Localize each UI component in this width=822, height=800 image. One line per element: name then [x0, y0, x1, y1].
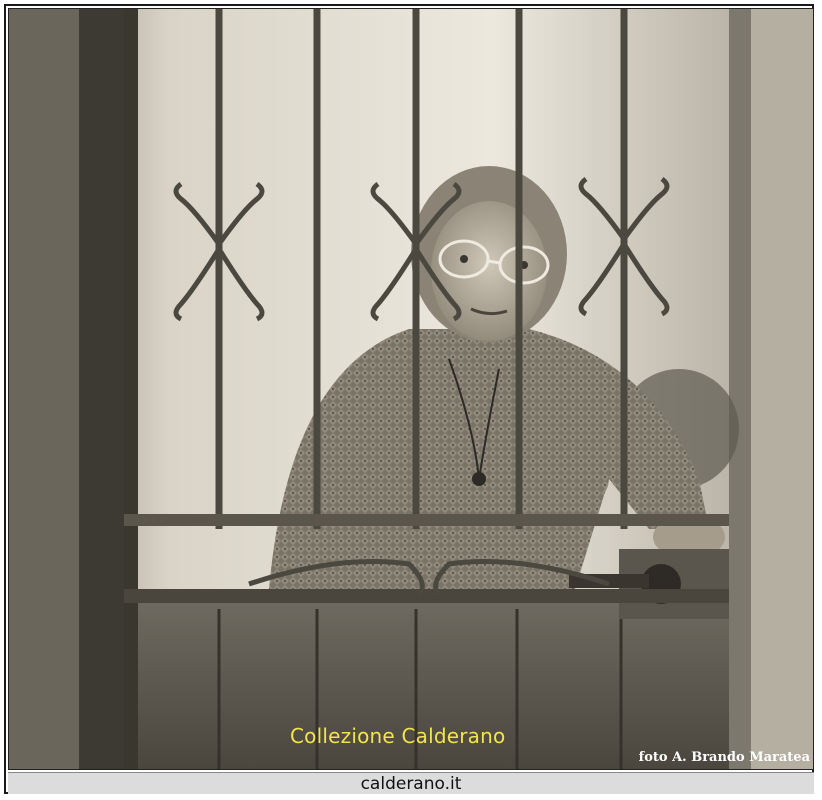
photo-scene	[9, 9, 813, 769]
site-url[interactable]: calderano.it	[8, 774, 814, 794]
left-wall	[9, 9, 79, 769]
photograph	[8, 8, 814, 770]
gate-crossbar	[124, 514, 729, 526]
site-footer: calderano.it	[8, 772, 814, 794]
photo-credit: foto A. Brando Maratea	[638, 750, 810, 765]
gate-post-left	[79, 9, 124, 769]
collection-caption: Collezione Calderano	[290, 724, 506, 748]
